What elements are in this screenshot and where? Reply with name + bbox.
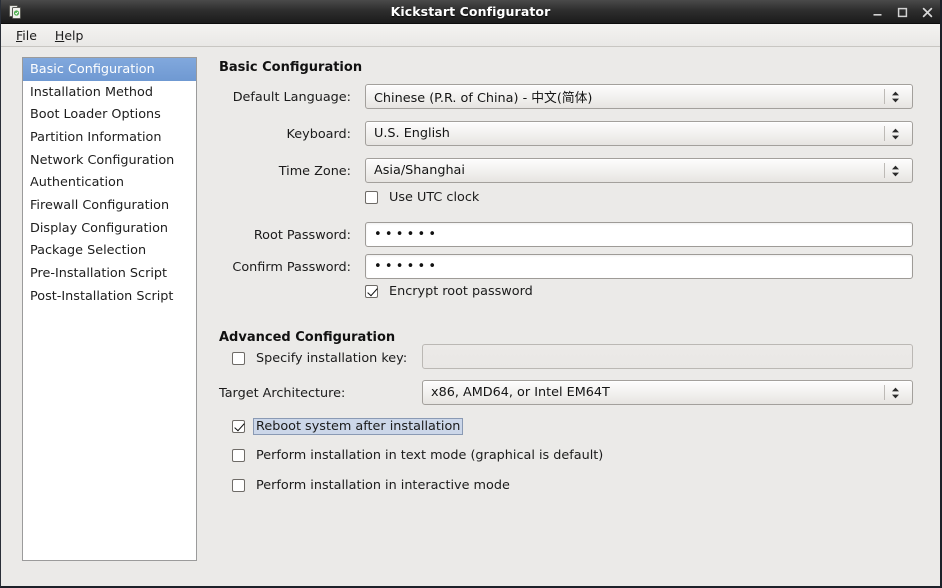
interactive-mode-checkbox[interactable] xyxy=(232,479,245,492)
basic-configuration-panel: Basic Configuration Default Language: Ch… xyxy=(219,47,932,586)
root-password-input[interactable]: •••••• xyxy=(365,222,913,247)
sidebar-item-boot-loader-options[interactable]: Boot Loader Options xyxy=(23,103,196,126)
keyboard-label: Keyboard: xyxy=(286,127,351,142)
confirm-password-input[interactable]: •••••• xyxy=(365,254,913,279)
specify-installation-key-label: Specify installation key: xyxy=(256,351,408,366)
reboot-after-installation-checkbox[interactable] xyxy=(232,420,245,433)
chevron-updown-icon xyxy=(885,122,905,145)
chevron-updown-icon xyxy=(885,159,905,182)
sidebar-item-post-installation-script[interactable]: Post-Installation Script xyxy=(23,285,196,308)
minimize-icon[interactable] xyxy=(871,6,884,19)
application-window: Kickstart Configurator File Help Basic C… xyxy=(0,0,942,588)
sidebar-item-label: Network Configuration xyxy=(30,152,175,168)
sidebar-item-display-configuration[interactable]: Display Configuration xyxy=(23,217,196,240)
use-utc-clock-checkbox[interactable] xyxy=(365,191,378,204)
sidebar-item-label: Firewall Configuration xyxy=(30,197,170,213)
sidebar-item-label: Partition Information xyxy=(30,129,162,145)
specify-installation-key-checkbox-row[interactable]: Specify installation key: xyxy=(232,350,410,367)
sidebar-item-authentication[interactable]: Authentication xyxy=(23,171,196,194)
sidebar-item-label: Authentication xyxy=(30,175,124,191)
content-area: Basic Configuration Installation Method … xyxy=(1,47,940,586)
chevron-updown-icon xyxy=(885,381,905,404)
menu-help[interactable]: Help xyxy=(46,26,93,45)
target-architecture-value: x86, AMD64, or Intel EM64T xyxy=(431,385,610,400)
section-list[interactable]: Basic Configuration Installation Method … xyxy=(22,57,197,561)
sidebar-item-package-selection[interactable]: Package Selection xyxy=(23,240,196,263)
installation-key-input[interactable] xyxy=(422,344,913,369)
menu-bar: File Help xyxy=(1,24,940,47)
default-language-label: Default Language: xyxy=(232,90,351,105)
text-mode-label: Perform installation in text mode (graph… xyxy=(256,448,604,463)
default-language-value: Chinese (P.R. of China) - 中文(简体) xyxy=(374,91,593,106)
interactive-mode-label: Perform installation in interactive mode xyxy=(256,478,510,493)
window-controls xyxy=(871,0,934,24)
use-utc-clock-checkbox-row[interactable]: Use UTC clock xyxy=(365,189,482,206)
menu-file[interactable]: File xyxy=(7,26,46,45)
keyboard-combobox[interactable]: U.S. English xyxy=(365,121,913,146)
interactive-mode-checkbox-row[interactable]: Perform installation in interactive mode xyxy=(232,477,513,494)
sidebar-item-label: Basic Configuration xyxy=(30,61,155,77)
sidebar-item-label: Boot Loader Options xyxy=(30,107,161,123)
sidebar-item-label: Installation Method xyxy=(30,84,153,100)
sidebar-item-firewall-configuration[interactable]: Firewall Configuration xyxy=(23,194,196,217)
text-mode-checkbox[interactable] xyxy=(232,449,245,462)
root-password-label: Root Password: xyxy=(253,228,351,243)
sidebar-item-basic-configuration[interactable]: Basic Configuration xyxy=(23,58,196,81)
basic-configuration-heading: Basic Configuration xyxy=(219,60,363,75)
maximize-icon[interactable] xyxy=(896,6,909,19)
default-language-combobox[interactable]: Chinese (P.R. of China) - 中文(简体) xyxy=(365,84,913,109)
advanced-configuration-heading: Advanced Configuration xyxy=(219,330,396,345)
menu-file-rest: ile xyxy=(22,27,37,43)
encrypt-root-password-checkbox-row[interactable]: Encrypt root password xyxy=(365,283,536,300)
sidebar-item-label: Pre-Installation Script xyxy=(30,266,168,282)
chevron-updown-icon xyxy=(885,85,905,108)
keyboard-value: U.S. English xyxy=(374,126,450,141)
specify-installation-key-checkbox[interactable] xyxy=(232,352,245,365)
time-zone-value: Asia/Shanghai xyxy=(374,163,465,178)
sidebar-item-label: Package Selection xyxy=(30,243,147,259)
menu-help-accel: H xyxy=(54,27,65,43)
sidebar-item-label: Post-Installation Script xyxy=(30,288,174,304)
time-zone-combobox[interactable]: Asia/Shanghai xyxy=(365,158,913,183)
sidebar-item-network-configuration[interactable]: Network Configuration xyxy=(23,149,196,172)
encrypt-root-password-label: Encrypt root password xyxy=(389,284,533,299)
use-utc-clock-label: Use UTC clock xyxy=(389,190,480,205)
confirm-password-label: Confirm Password: xyxy=(232,260,351,275)
sidebar-item-partition-information[interactable]: Partition Information xyxy=(23,126,196,149)
sidebar-item-label: Display Configuration xyxy=(30,220,169,236)
menu-help-rest: elp xyxy=(64,27,84,43)
text-mode-checkbox-row[interactable]: Perform installation in text mode (graph… xyxy=(232,447,606,464)
time-zone-label: Time Zone: xyxy=(278,164,351,179)
reboot-after-installation-checkbox-row[interactable]: Reboot system after installation xyxy=(232,418,464,435)
close-icon[interactable] xyxy=(921,6,934,19)
encrypt-root-password-checkbox[interactable] xyxy=(365,285,378,298)
title-bar[interactable]: Kickstart Configurator xyxy=(1,0,940,24)
window-title: Kickstart Configurator xyxy=(390,4,551,19)
target-architecture-label: Target Architecture: xyxy=(219,386,346,401)
target-architecture-combobox[interactable]: x86, AMD64, or Intel EM64T xyxy=(422,380,913,405)
sidebar-item-pre-installation-script[interactable]: Pre-Installation Script xyxy=(23,262,196,285)
kickstart-app-icon xyxy=(6,3,24,21)
sidebar-item-installation-method[interactable]: Installation Method xyxy=(23,81,196,104)
reboot-after-installation-label: Reboot system after installation xyxy=(253,418,464,435)
